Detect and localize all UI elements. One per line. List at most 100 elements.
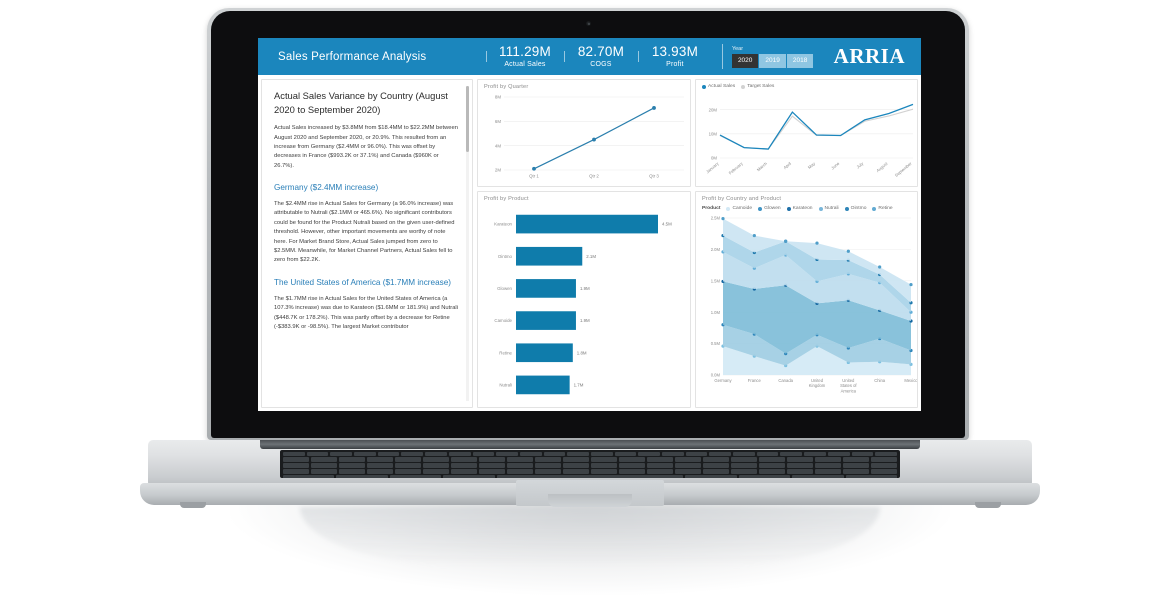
keyboard-key (367, 463, 393, 468)
x-tick-label: Qtr 2 (589, 174, 599, 179)
narrative-scrollbar-thumb[interactable] (466, 86, 469, 152)
bar-category-label: Nutrali (499, 383, 512, 388)
keyboard-key (451, 469, 477, 474)
keyboard-key (731, 463, 757, 468)
bar-category-label: Retine (499, 350, 512, 355)
keyboard-key (787, 457, 813, 462)
data-point[interactable] (909, 282, 913, 287)
keyboard-key (675, 457, 701, 462)
keyboard-key (591, 463, 617, 468)
keyboard-key (535, 469, 561, 474)
keyboard-key (703, 457, 729, 462)
keyboard-key (759, 469, 785, 474)
data-point[interactable] (752, 233, 756, 238)
x-tick-label: May (807, 160, 817, 169)
x-tick-label: Canada (778, 378, 793, 383)
y-tick-label: 8M (495, 95, 501, 100)
keyboard-key (787, 469, 813, 474)
keyboard-key (401, 451, 424, 456)
bar-value-label: 1.7M (574, 383, 584, 388)
bar[interactable] (516, 311, 576, 330)
bar[interactable] (516, 214, 658, 234)
keyboard-key (339, 463, 365, 468)
data-point[interactable] (592, 137, 596, 142)
x-tick-label: China (874, 378, 886, 383)
page-title: Sales Performance Analysis (278, 50, 427, 63)
profit-by-country-and-product-plot: 0.0M 0.5M 1.0M 1.5M 2.0M 2.5M Germany France Can… (696, 192, 917, 407)
bar-category-label: Ointmo (498, 254, 513, 259)
bar[interactable] (516, 246, 583, 266)
y-tick-label: 4M (495, 143, 501, 148)
data-point[interactable] (846, 249, 850, 253)
keyboard-key (871, 469, 897, 474)
keyboard-key (851, 451, 874, 456)
keyboard-key (423, 457, 449, 462)
arria-logo-text: ARRIA (833, 44, 905, 68)
keyboard-key (563, 457, 589, 462)
year-filter: Year 2020 2019 2018 (721, 38, 819, 75)
keyboard-key (591, 469, 617, 474)
keyboard-key (395, 463, 421, 468)
keyboard-key (507, 457, 533, 462)
keyboard-key (662, 451, 684, 456)
year-option-2020[interactable]: 2020 (731, 53, 759, 68)
keyboard-key (804, 451, 826, 456)
keyboard-key (535, 463, 561, 468)
x-tick-label: Germany (714, 378, 732, 383)
y-tick-label: 6M (495, 119, 501, 124)
keyboard-key (283, 463, 309, 468)
x-tick-label: Mexico (904, 378, 918, 383)
keyboard-key (733, 451, 755, 456)
keyboard-key (703, 469, 729, 474)
kpi-cogs-value: 82.70M (577, 43, 625, 59)
laptop-keyboard[interactable] (280, 450, 900, 478)
bar[interactable] (516, 375, 570, 395)
profit-by-quarter-card[interactable]: Profit by Quarter 2M 4M 6M 8M Qtr 1 Qtr 2 Qtr … (477, 79, 691, 187)
keyboard-key (843, 463, 869, 468)
keyboard-key (448, 451, 471, 456)
bar[interactable] (516, 279, 576, 298)
data-point[interactable] (652, 106, 656, 110)
kpi-cogs-label: COGS (590, 61, 612, 69)
keyboard-key (507, 469, 533, 474)
keyboard-row (283, 457, 897, 462)
keyboard-row (283, 451, 897, 456)
kpi-profit: 13.93M Profit (637, 44, 712, 68)
keyboard-key (472, 451, 495, 456)
keyboard-key (875, 451, 897, 456)
profit-by-country-and-product-card[interactable]: Profit by Country and Product Product Ca… (695, 191, 918, 408)
x-tick-label: Qtr 1 (529, 174, 539, 179)
bar-value-label: 1.9M (580, 286, 590, 291)
keyboard-key (367, 469, 393, 474)
x-tick-label: March (756, 161, 769, 173)
data-point[interactable] (878, 265, 882, 269)
data-point[interactable] (784, 239, 788, 243)
narrative-section-body-germany: The $2.4MM rise in Actual Sales for Germ… (274, 201, 455, 264)
data-point[interactable] (721, 217, 725, 221)
bar[interactable] (516, 343, 573, 363)
line-series-actual-sales[interactable] (719, 103, 914, 150)
data-point[interactable] (815, 241, 819, 245)
keyboard-key (423, 463, 449, 468)
bar-value-label: 1.8M (577, 350, 587, 355)
keyboard-key (496, 475, 684, 478)
narrative-panel[interactable]: Actual Sales Variance by Country (August… (262, 80, 472, 407)
year-option-2019[interactable]: 2019 (759, 53, 786, 68)
keyboard-key (519, 451, 542, 456)
narrative-intro-paragraph: Actual Sales increased by $3.8MM from $1… (274, 125, 458, 169)
dashboard: Sales Performance Analysis 111.29M Actua… (258, 38, 921, 411)
keyboard-key (330, 451, 353, 456)
bar-value-label: 4.5M (662, 222, 672, 227)
keyboard-key (395, 469, 421, 474)
keyboard-key (759, 463, 785, 468)
x-tick-label: February (728, 160, 745, 175)
laptop-hinge (260, 440, 920, 449)
year-option-2018[interactable]: 2018 (786, 53, 814, 68)
bar-value-label: 1.9M (580, 318, 590, 323)
actual-vs-target-sales-card[interactable]: Actual Sales Target Sales 0M 10M 20M Januar… (695, 79, 918, 187)
data-point[interactable] (532, 166, 536, 171)
narrative-heading: Actual Sales Variance by Country (August… (274, 90, 448, 115)
narrative-card: Actual Sales Variance by Country (August… (261, 79, 473, 408)
keyboard-key (451, 457, 477, 462)
profit-by-product-card[interactable]: Profit by Product Karateon 4.5M Ointmo 2.1M… (477, 191, 691, 408)
